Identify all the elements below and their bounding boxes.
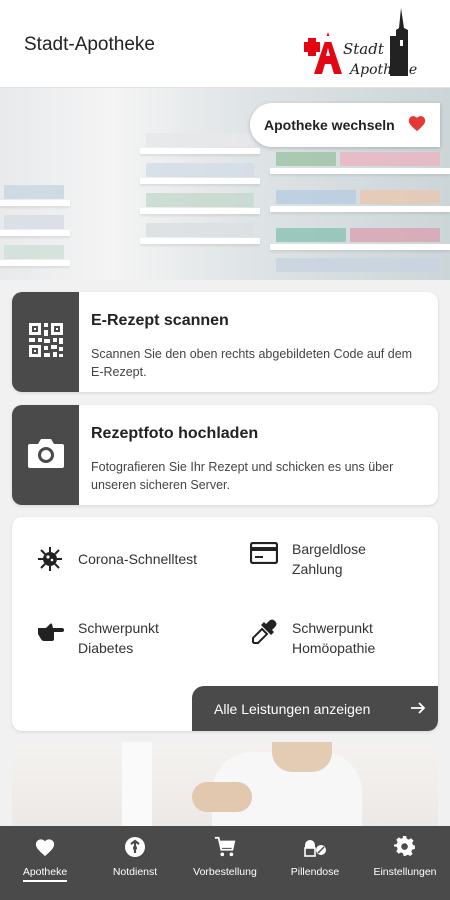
nav-label: Apotheke [22, 866, 68, 882]
logo-text-line1: Stadt [343, 40, 384, 58]
qr-code-icon [27, 321, 65, 364]
camera-icon [26, 436, 66, 475]
promo-image [12, 742, 438, 832]
nav-label: Einstellungen [373, 866, 437, 878]
service-label: Schwerpunkt Homöopathie [292, 620, 376, 656]
page-title: Stadt-Apotheke [24, 34, 155, 55]
logo-text-line2: Apotheke [350, 62, 418, 78]
heart-icon [34, 836, 56, 858]
show-all-services-button[interactable]: Alle Leistungen anzeigen [192, 686, 438, 731]
nav-item-pillendose[interactable]: Pillendose [270, 826, 360, 900]
heart-icon [407, 114, 427, 137]
pharmacy-logo: Stadt Apotheke [300, 6, 420, 84]
prescription-photo-upload-card[interactable]: Rezeptfoto hochladen Fotografieren Sie I… [12, 405, 438, 505]
nav-item-notdienst[interactable]: Notdienst [90, 826, 180, 900]
virus-icon [36, 545, 64, 573]
card-title: E-Rezept scannen [91, 312, 229, 329]
service-label: Corona-Schnelltest [78, 551, 198, 567]
card-title: Rezeptfoto hochladen [91, 425, 259, 442]
nav-label: Pillendose [290, 866, 340, 878]
pointing-hand-icon [36, 618, 64, 646]
card-icon-block [12, 292, 79, 392]
emergency-icon [124, 836, 146, 858]
nav-label: Notdienst [112, 866, 158, 878]
switch-pharmacy-label: Apotheke wechseln [264, 117, 395, 133]
pills-icon [303, 836, 327, 858]
switch-pharmacy-button[interactable]: Apotheke wechseln [250, 103, 440, 147]
nav-item-apotheke[interactable]: Apotheke [0, 826, 90, 900]
nav-label: Vorbestellung [193, 866, 257, 878]
service-label: Bargeldlose Zahlung [292, 541, 366, 577]
service-cashless-payment[interactable]: Bargeldlose Zahlung [250, 539, 392, 579]
service-homeopathy[interactable]: Schwerpunkt Homöopathie [250, 618, 422, 658]
card-icon-block [12, 405, 79, 505]
card-description: Fotografieren Sie Ihr Rezept und schicke… [91, 460, 394, 492]
app-header: Stadt-Apotheke Stadt Apotheke [0, 0, 450, 88]
credit-card-icon [250, 539, 278, 567]
service-corona-test[interactable]: Corona-Schnelltest [36, 545, 208, 573]
hero-pharmacy-image: Apotheke wechseln [0, 88, 450, 280]
show-all-services-label: Alle Leistungen anzeigen [214, 700, 371, 717]
bottom-navigation: Apotheke Notdienst Vorbestellung Pillend… [0, 826, 450, 900]
services-panel: Corona-Schnelltest Bargeldlose Zahlung S… [12, 517, 438, 731]
e-prescription-scan-card[interactable]: E-Rezept scannen Scannen Sie den oben re… [12, 292, 438, 392]
card-description: Scannen Sie den oben rechts abgebildeten… [91, 347, 413, 379]
service-label: Schwerpunkt Diabetes [78, 620, 159, 656]
nav-item-vorbestellung[interactable]: Vorbestellung [180, 826, 270, 900]
service-diabetes[interactable]: Schwerpunkt Diabetes [36, 618, 208, 658]
nav-item-einstellungen[interactable]: Einstellungen [360, 826, 450, 900]
gear-icon [394, 836, 416, 858]
pipette-icon [250, 618, 278, 646]
arrow-right-icon [410, 700, 426, 721]
cart-icon [214, 836, 236, 858]
